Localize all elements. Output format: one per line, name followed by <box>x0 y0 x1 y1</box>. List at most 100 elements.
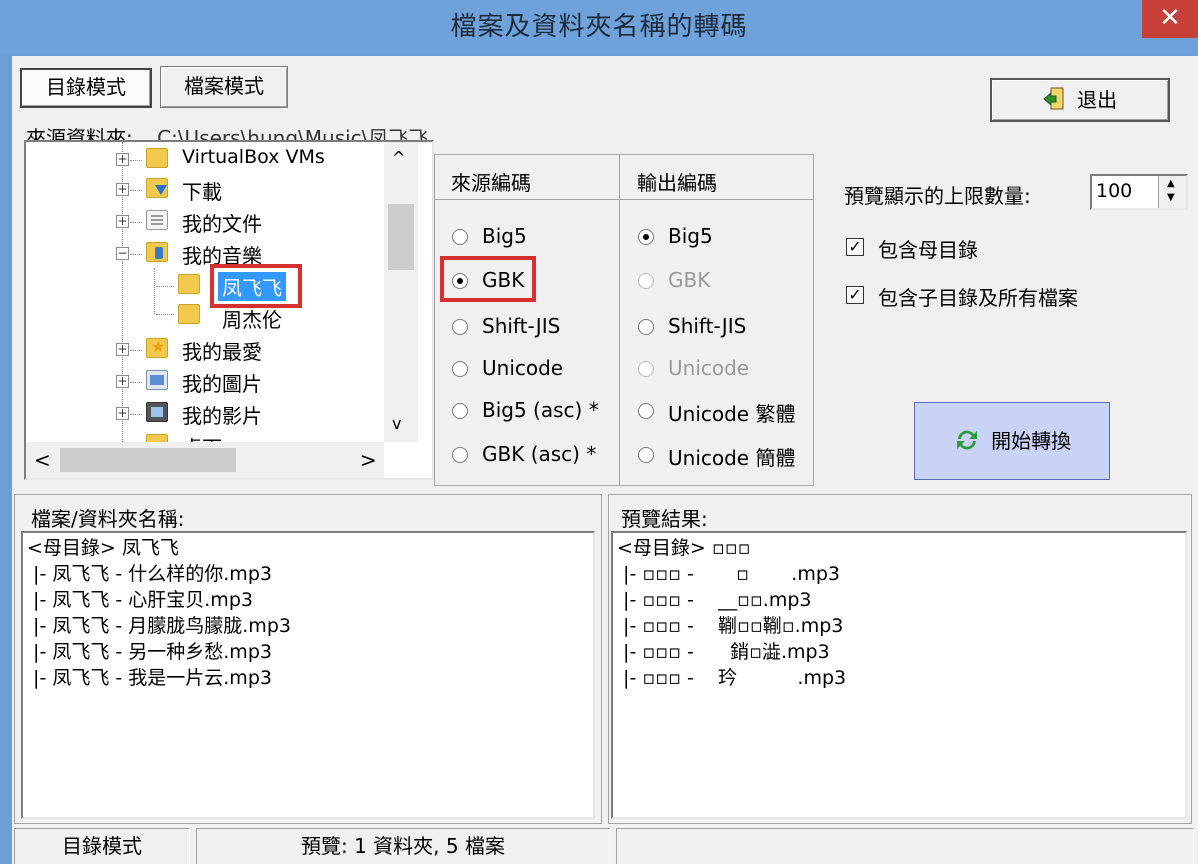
radio-button-checked[interactable] <box>638 229 654 245</box>
spinner-buttons[interactable]: ▲ ▼ <box>1158 176 1186 208</box>
output-option-gbk: GBK <box>638 268 810 298</box>
favorites-folder-icon: ★ <box>146 338 168 358</box>
scroll-right-arrow-icon[interactable]: > <box>360 448 377 472</box>
preview-limit-label: 預覽顯示的上限數量: <box>844 184 1031 208</box>
list-item: |- ▫▫▫ - __▫▫.mp3 <box>617 589 812 611</box>
tree-expand-toggle[interactable]: + <box>116 407 129 420</box>
tree-item-my-pictures[interactable]: + 我的圖片 <box>26 368 386 400</box>
annotation-highlight-tree <box>210 264 302 308</box>
list-item: |- 凤飞飞 - 另一种乡愁.mp3 <box>27 641 272 663</box>
tree-horizontal-scrollbar[interactable]: < > <box>26 442 384 478</box>
radio-button[interactable] <box>452 361 468 377</box>
include-parent-checkbox[interactable]: ✓ <box>846 238 864 256</box>
list-item: |- 凤飞飞 - 我是一片云.mp3 <box>27 667 272 689</box>
tree-item-my-music[interactable]: − 我的音樂 <box>26 240 386 272</box>
radio-button-disabled <box>638 273 654 289</box>
tree-expand-toggle[interactable]: + <box>116 153 129 166</box>
tab-directory-mode[interactable]: 目錄模式 <box>20 68 152 108</box>
preview-limit-spinner[interactable]: 100 ▲ ▼ <box>1090 174 1188 210</box>
output-option-big5[interactable]: Big5 <box>638 224 810 254</box>
tab-file-mode[interactable]: 檔案模式 <box>160 66 288 108</box>
status-extra <box>616 828 1194 864</box>
radio-label: Unicode <box>482 356 564 380</box>
music-folder-icon <box>146 242 168 262</box>
source-option-gbk-asc[interactable]: GBK (asc) * <box>452 442 622 472</box>
tree-item-fengfeifei[interactable]: 凤飞飞 <box>26 272 386 304</box>
tree-item-label: 我的影片 <box>182 404 262 428</box>
videos-folder-icon <box>146 402 168 422</box>
radio-label: Unicode <box>668 356 750 380</box>
status-summary: 預覽: 1 資料夾, 5 檔案 <box>196 828 610 864</box>
tree-expand-toggle[interactable]: + <box>116 375 129 388</box>
list-item: |- ▫▫▫ - 鞩▫▫鞩▫.mp3 <box>617 615 844 637</box>
file-list-panel: 檔案/資料夾名稱: <母目錄> 凤飞飞 |- 凤飞飞 - 什么样的你.mp3 |… <box>14 494 602 824</box>
preview-panel: 預覽結果: <母目錄> ▫▫▫ |- ▫▫▫ - ▫ .mp3 |- ▫▫▫ -… <box>608 494 1192 824</box>
tree-collapse-toggle[interactable]: − <box>116 247 129 260</box>
radio-label: GBK <box>668 268 711 292</box>
folder-icon <box>178 274 200 294</box>
start-convert-button[interactable]: 開始轉換 <box>914 402 1110 480</box>
radio-label: Unicode 簡體 <box>668 446 796 470</box>
preview-limit-value[interactable]: 100 <box>1096 180 1132 202</box>
radio-button[interactable] <box>452 229 468 245</box>
scroll-down-arrow-icon[interactable]: v <box>392 414 401 433</box>
close-button[interactable]: ✕ <box>1142 0 1198 38</box>
source-folder-line: 來源資料夾: C:\Users\hung\Music\凤飞飞 <box>26 122 428 142</box>
output-encoding-header: 輸出編碼 <box>637 171 717 195</box>
radio-button[interactable] <box>452 447 468 463</box>
source-option-unicode[interactable]: Unicode <box>452 356 622 386</box>
radio-button-disabled <box>638 361 654 377</box>
source-option-shift-jis[interactable]: Shift-JIS <box>452 314 622 344</box>
tree-expand-toggle[interactable]: + <box>116 183 129 196</box>
output-option-unicode-simplified[interactable]: Unicode 簡體 <box>638 442 810 472</box>
list-item: |- ▫▫▫ - 玪 .mp3 <box>617 667 847 689</box>
folder-tree[interactable]: + VirtualBox VMs + 下載 + 我的文件 − 我的音樂 凤飞飞 … <box>24 140 434 480</box>
include-sub-checkbox[interactable]: ✓ <box>846 286 864 304</box>
preview-box[interactable]: <母目錄> ▫▫▫ |- ▫▫▫ - ▫ .mp3 |- ▫▫▫ - __▫▫.… <box>611 531 1187 819</box>
source-option-big5[interactable]: Big5 <box>452 224 622 254</box>
list-item: |- 凤飞飞 - 什么样的你.mp3 <box>27 563 272 585</box>
tree-expand-toggle[interactable]: + <box>116 215 129 228</box>
tree-item-my-documents[interactable]: + 我的文件 <box>26 208 386 240</box>
pictures-folder-icon <box>146 370 168 390</box>
status-mode: 目錄模式 <box>14 828 190 864</box>
output-option-unicode-traditional[interactable]: Unicode 繁體 <box>638 398 810 428</box>
tree-item-downloads[interactable]: + 下載 <box>26 176 386 208</box>
file-list-box[interactable]: <母目錄> 凤飞飞 |- 凤飞飞 - 什么样的你.mp3 |- 凤飞飞 - 心肝… <box>21 531 595 819</box>
radio-button[interactable] <box>638 319 654 335</box>
radio-button[interactable] <box>452 403 468 419</box>
scroll-up-arrow-icon[interactable]: ^ <box>392 148 405 167</box>
spinner-down-icon[interactable]: ▼ <box>1167 192 1175 203</box>
output-option-shift-jis[interactable]: Shift-JIS <box>638 314 810 344</box>
refresh-icon <box>953 409 981 450</box>
tree-item-virtualbox-vms[interactable]: + VirtualBox VMs <box>26 146 386 178</box>
scroll-thumb[interactable] <box>388 204 414 270</box>
tree-item-favorites[interactable]: + ★ 我的最愛 <box>26 336 386 368</box>
scroll-thumb[interactable] <box>60 448 236 472</box>
tree-vertical-scrollbar[interactable]: ^ v <box>384 142 418 442</box>
tree-item-label: 我的圖片 <box>182 372 262 396</box>
tree-item-zhoujielun[interactable]: 周杰伦 <box>26 304 386 336</box>
radio-button[interactable] <box>452 319 468 335</box>
include-parent-label: 包含母目錄 <box>878 238 978 262</box>
spinner-up-icon[interactable]: ▲ <box>1167 178 1175 189</box>
include-sub-checkbox-row[interactable]: ✓ 包含子目錄及所有檔案 <box>844 282 1164 312</box>
tree-item-my-videos[interactable]: + 我的影片 <box>26 400 386 432</box>
tree-item-label: 下載 <box>182 180 222 204</box>
start-convert-label: 開始轉換 <box>991 429 1072 453</box>
include-parent-checkbox-row[interactable]: ✓ 包含母目錄 <box>844 234 1144 264</box>
radio-label: Big5 <box>482 224 527 248</box>
radio-label: Unicode 繁體 <box>668 402 796 426</box>
tab-file-mode-label: 檔案模式 <box>184 74 264 98</box>
list-item: |- ▫▫▫ - ▫ .mp3 <box>617 563 840 585</box>
scroll-left-arrow-icon[interactable]: < <box>34 448 51 472</box>
tree-expand-toggle[interactable]: + <box>116 343 129 356</box>
radio-button[interactable] <box>638 403 654 419</box>
radio-label: GBK (asc) * <box>482 442 597 466</box>
source-option-big5-asc[interactable]: Big5 (asc) * <box>452 398 622 428</box>
list-item: <母目錄> ▫▫▫ <box>617 537 751 559</box>
radio-button[interactable] <box>638 447 654 463</box>
radio-label: Shift-JIS <box>668 314 747 338</box>
main-dialog: 目錄模式 檔案模式 退出 來源資料夾: C:\Users\hung\Music\… <box>12 56 1198 864</box>
exit-button[interactable]: 退出 <box>990 78 1170 122</box>
